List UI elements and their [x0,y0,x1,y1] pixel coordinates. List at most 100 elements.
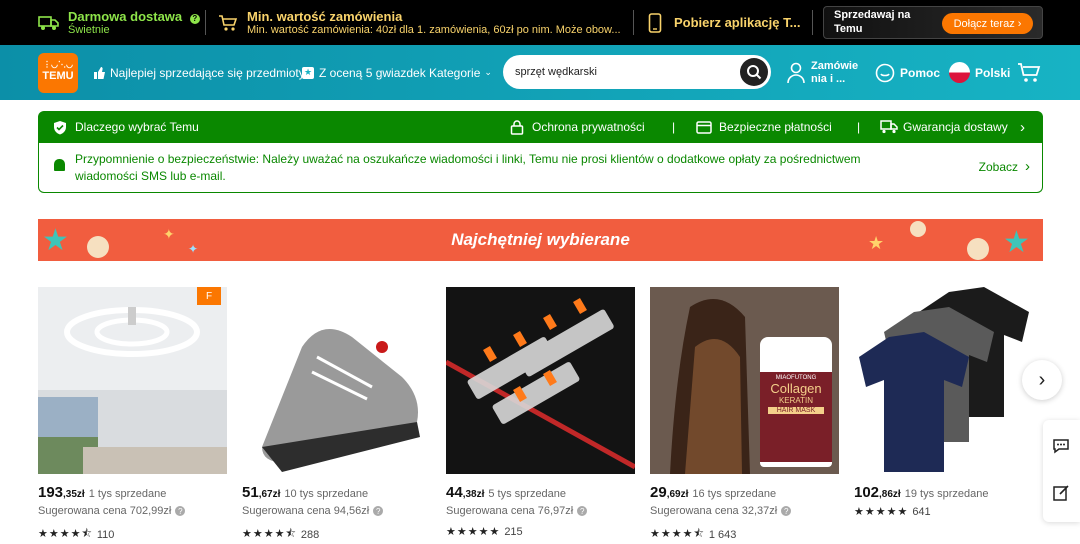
price-main: 51 [242,484,259,501]
sold-count: 1 tys sprzedane [88,488,167,500]
star-rating-icon: ★★★★★ [854,506,909,518]
price-decimal: ,38zł [462,489,485,500]
help-link[interactable]: Pomoc [875,45,940,100]
cart-icon [1018,62,1041,82]
product-label-1: Collagen [770,381,822,396]
suggested-price: Sugerowana cena 94,56zł [242,505,370,517]
price-main: 44 [446,484,463,501]
bestsellers-banner: ★ ✦ ✦ ★ ★ Najchętniej wybierane [38,219,1043,261]
rating: ★★★★★ 215 [446,525,523,539]
separator: | [672,120,676,134]
language-label: Polski [975,65,1011,80]
price-decimal: ,35zł [63,489,85,500]
product-label-2: KERATIN [778,396,814,405]
bell-icon [54,159,65,171]
product-card[interactable]: 102,86zł 19 tys sprzedane ★★★★★ 641 [854,287,1043,540]
banner-title: Najchętniej wybierane [451,230,630,249]
star-rating-icon: ★★★★⯪ [38,528,93,540]
truck-icon [38,15,59,30]
seller-label-line2: Temu [834,22,863,35]
divider [633,10,634,35]
truck-check-icon [880,120,898,134]
info-icon[interactable]: ? [175,506,186,516]
search-icon [747,65,762,80]
star-badge-icon: ★ [302,66,314,79]
price-main: 29 [650,484,667,501]
product-card[interactable]: 44,38zł 5 tys sprzedane Sugerowana cena 7… [446,287,635,540]
chat-icon [1053,439,1069,454]
search-input[interactable] [515,62,725,82]
info-icon[interactable]: ? [373,506,384,516]
delivery-item: Gwarancja dostawy [880,111,1008,143]
search-button[interactable] [740,58,768,86]
info-icon: ? [189,13,200,24]
product-image-sneaker[interactable] [242,287,431,474]
star-rating-icon: ★★★★★ [446,526,501,538]
rating: ★★★★⯪ 110 [38,525,114,544]
suggested-price: Sugerowana cena 702,99zł [38,505,172,517]
edit-feedback-icon [1053,485,1069,501]
side-toolbar [1043,420,1080,522]
delivery-label: Gwarancja dostawy [903,120,1008,134]
product-card[interactable]: F 193,35zł 1 tys sprzedane Sugerowana cen… [38,287,227,541]
review-count: 110 [96,528,115,541]
nav-bestsellers[interactable]: Najlepiej sprzedające się przedmioty [93,45,305,100]
orders-label-line2: nia i ... [811,72,846,85]
review-count: 641 [912,505,931,518]
price-decimal: ,67zł [258,489,281,500]
notice-see-more-link[interactable]: Zobacz › [979,158,1030,175]
main-header: ⋮◡⋱◡ TEMU Najlepiej sprzedające się prze… [0,45,1080,100]
review-count: 1 643 [708,528,737,541]
seller-label-line1: Sprzedawaj na [834,9,911,22]
sold-count: 10 tys sprzedane [284,488,369,500]
nav-categories[interactable]: Kategorie ⌄ [429,45,492,100]
product-badge: F [197,287,221,305]
feedback-button[interactable] [1053,484,1070,506]
sold-count: 16 tys sprzedane [692,488,777,500]
product-image-hair-mask[interactable]: MIAOFUTONG Collagen KERATIN HAIR MASK [650,287,839,474]
join-now-button[interactable]: Dołącz teraz › [942,13,1033,34]
carousel-next-button[interactable]: › [1022,360,1062,400]
nav-five-stars[interactable]: ★ Z oceną 5 gwiazdek [302,45,426,100]
chat-button[interactable] [1052,438,1070,459]
star-rating-icon: ★★★★⯪ [242,528,297,540]
seller-promo[interactable]: Sprzedawaj na Temu Dołącz teraz › [823,6,1043,39]
min-order-title: Min. wartość zamówienia [247,9,403,24]
cart-button[interactable] [1017,45,1041,100]
product-bottle: MIAOFUTONG Collagen KERATIN HAIR MASK [760,337,832,467]
price-decimal: ,69zł [666,489,689,500]
orders-account[interactable]: Zamówie nia i ... [786,45,858,100]
search-bar [503,55,771,89]
product-image-polo-shirts[interactable] [854,287,1043,474]
review-count: 288 [300,528,320,541]
language-selector[interactable]: Polski [949,45,1010,100]
chevron-right-icon: › [1025,158,1030,175]
price-decimal: ,86zł [879,489,901,500]
product-image-wire-connectors[interactable] [446,287,635,474]
product-image-ceiling-fan[interactable]: F [38,287,227,474]
nav-five-stars-label: Z oceną 5 gwiazdek [319,65,426,80]
info-icon[interactable]: ? [577,506,588,516]
join-now-label: Dołącz teraz [953,17,1015,30]
cart-icon [219,14,238,31]
privacy-label: Ochrona prywatności [532,120,645,134]
app-download-promo[interactable]: Pobierz aplikację T... [648,0,800,45]
lock-icon [510,119,524,135]
product-label-3: HAIR MASK [768,407,824,414]
why-temu-bar[interactable]: Dlaczego wybrać Temu Ochrona prywatności… [38,111,1043,143]
card-icon [696,120,712,134]
thumbs-up-icon [94,66,105,79]
free-shipping-promo[interactable]: Darmowa dostawa ? Świetnie [38,0,200,45]
min-order-promo[interactable]: Min. wartość zamówienia Min. wartość zam… [218,0,642,45]
product-card[interactable]: MIAOFUTONG Collagen KERATIN HAIR MASK 29… [650,287,839,541]
min-order-subtitle: Min. wartość zamówienia: 40zł dla 1. zam… [247,24,621,36]
info-icon[interactable]: ? [781,506,792,516]
security-notice: Przypomnienie o bezpieczeństwie: Należy … [38,143,1043,193]
user-icon [787,62,805,83]
product-card[interactable]: 51,67zł 10 tys sprzedane Sugerowana cena … [242,287,431,541]
temu-logo[interactable]: ⋮◡⋱◡ TEMU [38,53,78,93]
rating: ★★★★⯪ 1 643 [650,525,736,544]
price-main: 193 [38,484,64,501]
chevron-right-icon: › [1020,118,1025,136]
smile-support-icon [875,63,895,82]
